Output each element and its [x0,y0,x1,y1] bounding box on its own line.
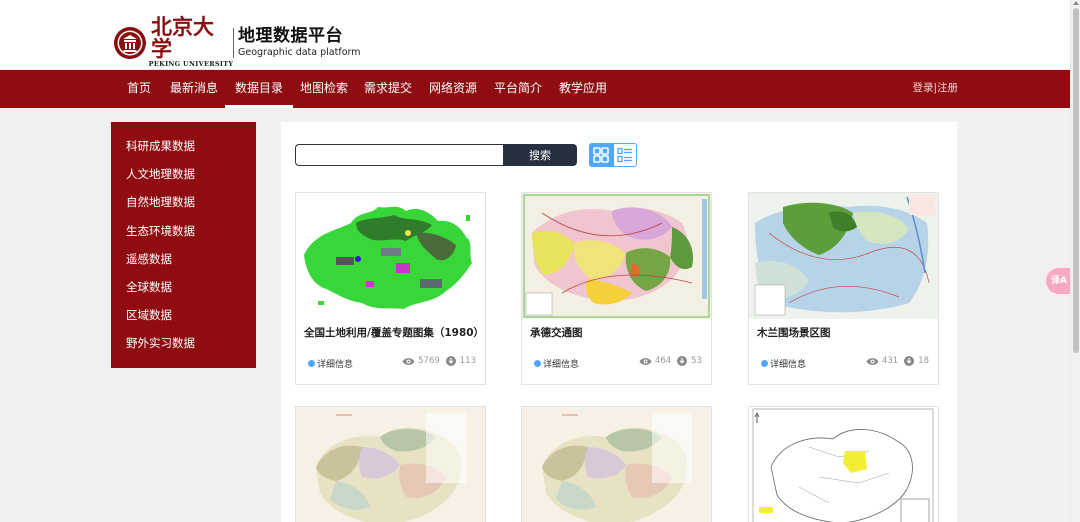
platform-name-en: Geographic data platform [238,47,361,58]
dataset-card[interactable]: 承德交通图 详细信息 464 53 [521,192,712,385]
dataset-card[interactable]: 全国土地利用/覆盖专题图集（1980） 详细信息 5769 113 [295,192,486,385]
eye-icon [639,357,652,365]
scrollbar-thumb[interactable] [1073,8,1079,353]
dataset-stats: 464 53 [639,356,702,366]
category-sidebar: 科研成果数据 人文地理数据 自然地理数据 生态环境数据 遥感数据 全球数据 区域… [111,122,256,368]
download-icon [904,356,915,366]
info-dot-icon [308,360,315,367]
detail-link-label: 详细信息 [543,360,580,370]
pku-seal-icon [114,26,146,59]
download-count: 53 [691,356,702,366]
search-button[interactable]: 搜索 [503,144,577,166]
university-name-cn: 北京大学 [151,14,214,61]
nav-latest-news[interactable]: 最新消息 [170,70,218,108]
scroll-up-arrow-icon[interactable] [1073,1,1079,5]
grid-view-button[interactable] [589,143,613,167]
view-count: 5769 [418,356,440,366]
dataset-title[interactable]: 木兰围场景区图 [757,325,831,340]
dataset-title[interactable]: 承德交通图 [530,325,583,340]
land-use-map-thumbnail[interactable] [296,193,485,319]
info-dot-icon [761,360,768,367]
dataset-card[interactable] [295,406,486,522]
nav-home[interactable]: 首页 [127,70,151,108]
register-link[interactable]: 注册 [937,82,958,94]
download-count: 18 [918,356,929,366]
grid-icon [593,147,609,163]
dataset-stats: 5769 113 [402,356,476,366]
nav-teaching[interactable]: 教学应用 [559,70,607,108]
detail-link[interactable]: 详细信息 [534,357,579,370]
nav-platform-intro[interactable]: 平台简介 [494,70,542,108]
china-map-thumbnail[interactable] [522,407,711,522]
data-catalog-panel: 搜索 全国土地利用/覆盖专题图集（1980） 详细信息 5769 113 承德交… [281,122,957,522]
list-view-button[interactable] [613,143,637,167]
logo-divider [233,27,234,58]
download-count: 113 [459,356,476,366]
view-count: 464 [654,356,672,366]
dataset-title[interactable]: 全国土地利用/覆盖专题图集（1980） [304,325,484,340]
sidebar-item-regional[interactable]: 区域数据 [111,303,256,331]
nav-data-catalog[interactable]: 数据目录 [225,70,294,108]
mulan-scenic-map-thumbnail[interactable] [749,193,938,319]
sidebar-item-global[interactable]: 全球数据 [111,275,256,303]
sidebar-item-research[interactable]: 科研成果数据 [111,134,256,162]
dataset-card[interactable]: 木兰围场景区图 详细信息 431 18 [748,192,939,385]
login-link[interactable]: 登录 [912,82,933,94]
sidebar-item-remote-sensing[interactable]: 遥感数据 [111,247,256,275]
search-input[interactable] [295,144,504,166]
eye-icon [866,357,879,365]
download-icon [445,356,456,366]
detail-link[interactable]: 详细信息 [761,357,806,370]
dataset-card[interactable] [748,406,939,522]
china-map-thumbnail[interactable] [296,407,485,522]
dataset-card[interactable] [521,406,712,522]
platform-name: 地理数据平台 Geographic data platform [238,26,361,59]
list-icon [617,147,632,163]
nav-request-submit[interactable]: 需求提交 [364,70,412,108]
university-name-en: PEKING UNIVERSITY [148,60,234,68]
site-logo[interactable]: 北京大学 PEKING UNIVERSITY 地理数据平台 Geographic… [113,16,361,69]
sidebar-item-fieldwork[interactable]: 野外实习数据 [111,331,256,359]
main-nav: 首页 最新消息 数据目录 地图检索 需求提交 网络资源 平台简介 教学应用 登录… [0,70,1070,108]
chengde-traffic-map-thumbnail[interactable] [522,193,711,319]
sidebar-item-human-geo[interactable]: 人文地理数据 [111,162,256,190]
view-count: 431 [881,356,899,366]
dataset-stats: 431 18 [866,356,929,366]
page-scrollbar[interactable] [1070,0,1080,522]
login-register: 登录|注册 [912,70,958,108]
sidebar-item-ecology[interactable]: 生态环境数据 [111,219,256,247]
detail-link[interactable]: 详细信息 [308,357,353,370]
eye-icon [402,357,415,365]
site-header: 北京大学 PEKING UNIVERSITY 地理数据平台 Geographic… [0,0,1070,70]
sidebar-item-physical-geo[interactable]: 自然地理数据 [111,190,256,218]
info-dot-icon [534,360,541,367]
platform-name-cn: 地理数据平台 [238,26,343,46]
download-icon [677,356,688,366]
university-name: 北京大学 PEKING UNIVERSITY [148,14,234,69]
china-outline-map-thumbnail[interactable] [749,407,938,522]
translate-float-button[interactable]: 译A [1046,268,1072,294]
nav-map-search[interactable]: 地图检索 [300,70,348,108]
detail-link-label: 详细信息 [770,360,807,370]
detail-link-label: 详细信息 [317,360,354,370]
nav-web-resources[interactable]: 网络资源 [429,70,477,108]
